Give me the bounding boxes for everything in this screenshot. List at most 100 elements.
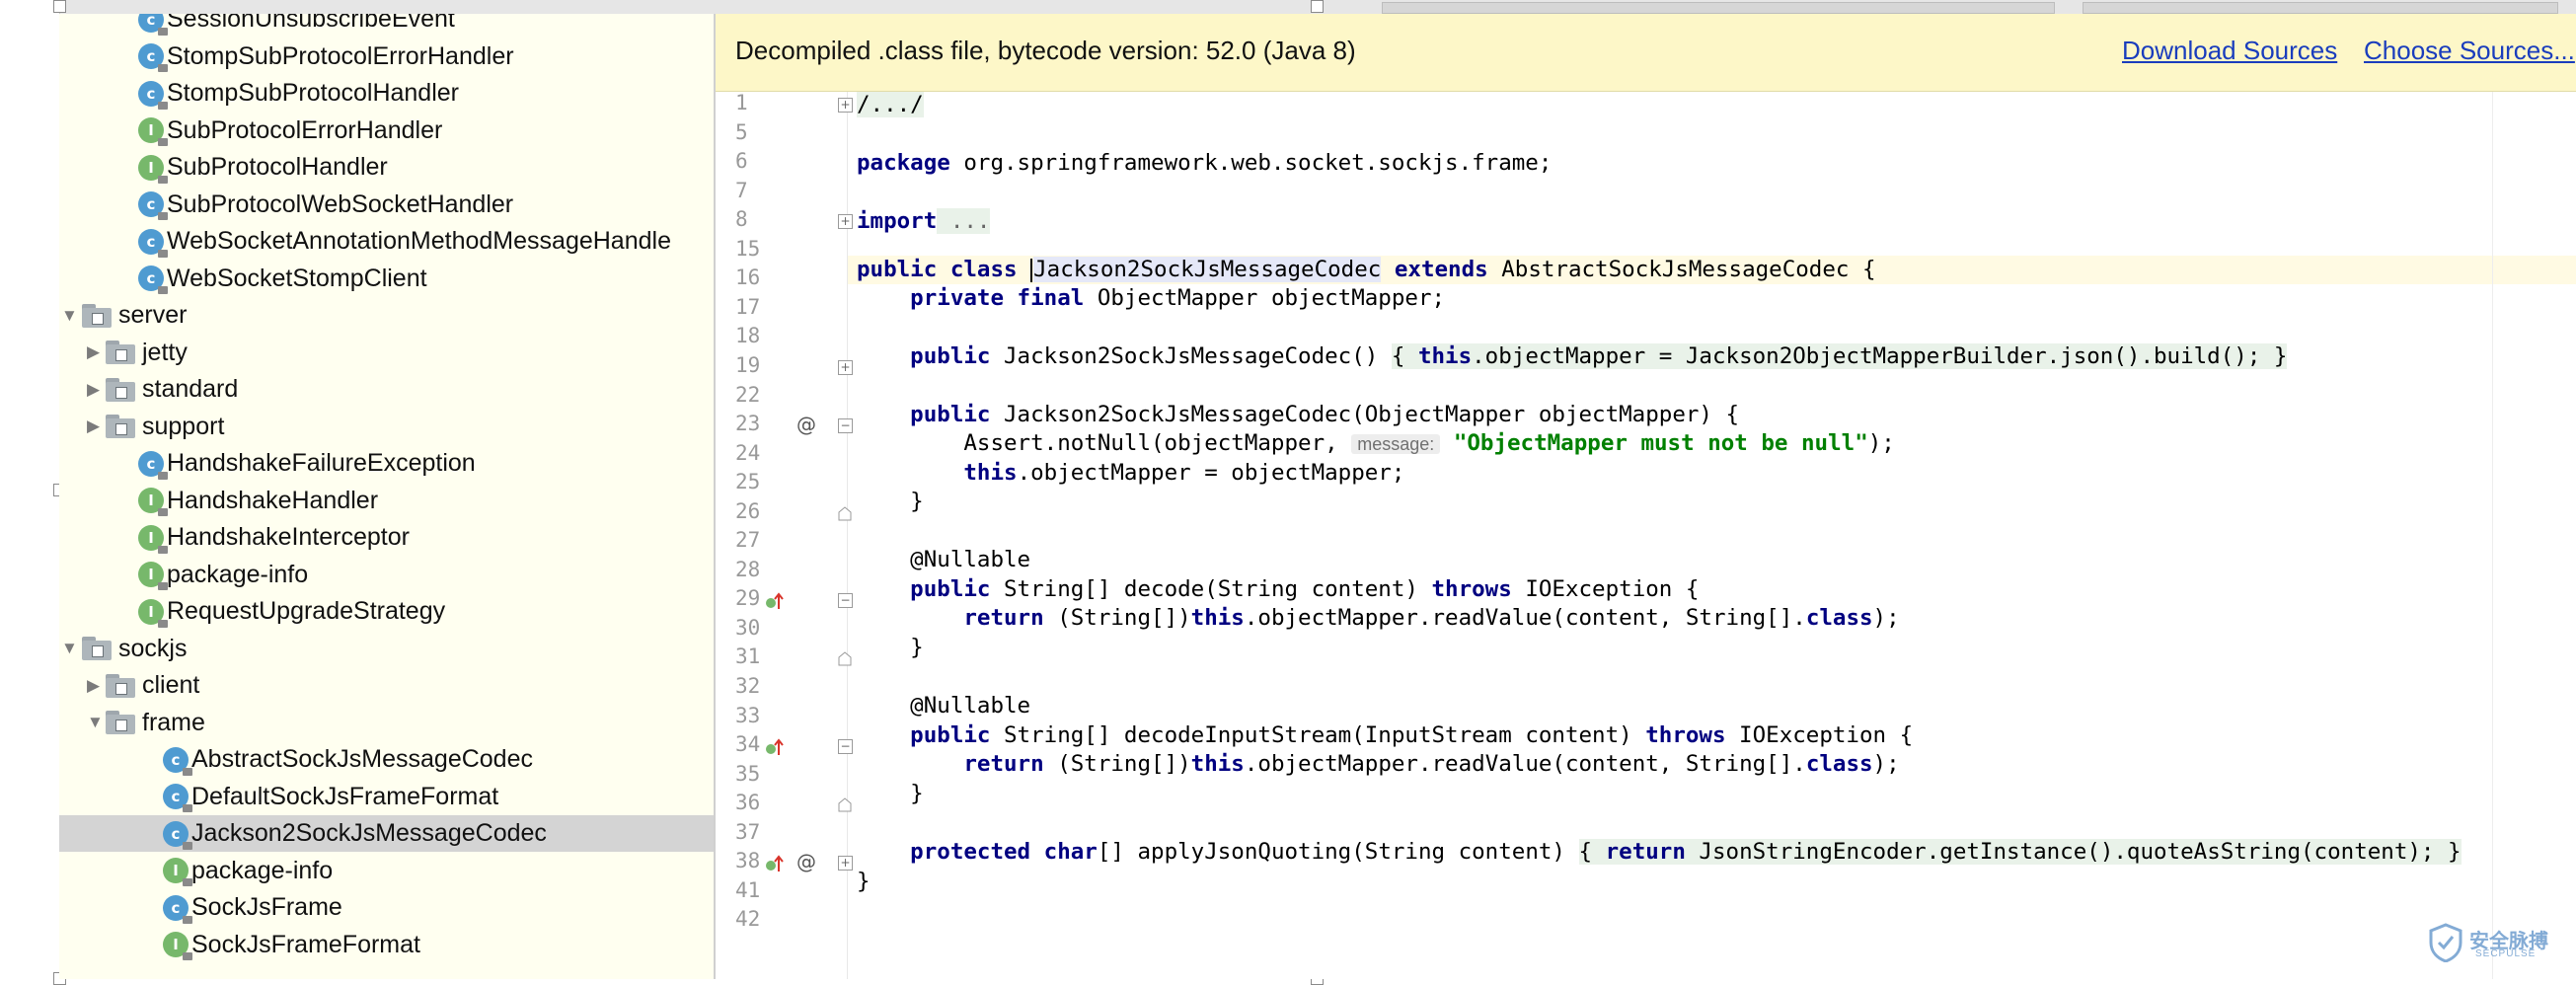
tree-item[interactable]: I SockJsFrameFormat: [59, 927, 714, 963]
resize-handle[interactable]: [53, 0, 66, 13]
tree-item[interactable]: c AbstractSockJsMessageCodec: [59, 741, 714, 778]
tree-item-label: RequestUpgradeStrategy: [167, 597, 446, 625]
code-line-1[interactable]: /.../: [857, 92, 924, 117]
code-line-34[interactable]: public String[] decodeInputStream(InputS…: [857, 722, 1913, 748]
cast: (String[]): [1043, 605, 1191, 631]
tree-item[interactable]: c Jackson2SockJsMessageCodec: [59, 815, 714, 852]
code-line-25[interactable]: this.objectMapper = objectMapper;: [857, 460, 1404, 486]
code-line-24[interactable]: Assert.notNull(objectMapper, message: "O…: [857, 430, 1894, 456]
tree-item[interactable]: c WebSocketStompClient: [59, 261, 714, 297]
tree-item[interactable]: c DefaultSockJsFrameFormat: [59, 779, 714, 815]
collapse-arrow-icon[interactable]: ▶: [87, 342, 100, 362]
tree-item[interactable]: ▶ jetty: [59, 335, 714, 371]
folded-imports[interactable]: ...: [937, 208, 991, 234]
code-line-36[interactable]: }: [857, 781, 924, 806]
code-line-23[interactable]: public Jackson2SockJsMessageCodec(Object…: [857, 402, 1739, 427]
tree-item[interactable]: c WebSocketAnnotationMethodMessageHandle: [59, 223, 714, 260]
collapse-fold-icon[interactable]: −: [838, 739, 853, 755]
tree-item[interactable]: c StompSubProtocolErrorHandler: [59, 38, 714, 75]
parameter-hint: message:: [1351, 434, 1441, 454]
tree-item-label: SubProtocolWebSocketHandler: [167, 189, 514, 218]
editor-tab-strip-right[interactable]: [2083, 2, 2558, 14]
expand-fold-icon[interactable]: +: [838, 856, 853, 871]
expand-arrow-icon[interactable]: ▼: [61, 639, 78, 658]
expand-fold-icon[interactable]: +: [838, 359, 853, 375]
code-line-29[interactable]: public String[] decode(String content) t…: [857, 576, 1699, 602]
tree-item[interactable]: ▼ frame: [59, 705, 714, 741]
collapse-fold-icon[interactable]: −: [838, 593, 853, 609]
tree-item[interactable]: ▶ support: [59, 409, 714, 445]
folded-body[interactable]: { this.objectMapper = Jackson2ObjectMapp…: [1391, 343, 2288, 369]
collapse-arrow-icon[interactable]: ▶: [87, 417, 100, 436]
tree-item[interactable]: Ipackage-info: [59, 853, 714, 889]
window-top-edge: [0, 0, 2576, 15]
expand-arrow-icon[interactable]: ▼: [87, 713, 104, 732]
expand-arrow-icon[interactable]: ▼: [61, 306, 78, 326]
code-line-16[interactable]: public class Jackson2SockJsMessageCodec …: [857, 257, 1876, 282]
code-line-38[interactable]: protected char[] applyJsonQuoting(String…: [857, 839, 2462, 865]
editor-tab-strip[interactable]: [1382, 2, 2055, 14]
annotation-gutter-icon[interactable]: @: [796, 413, 816, 436]
line-number: 8: [735, 207, 748, 232]
tree-item[interactable]: ▶ standard: [59, 371, 714, 408]
implements-method-icon[interactable]: [765, 737, 784, 756]
interface-icon: I: [138, 598, 168, 628]
resize-handle[interactable]: [1311, 0, 1324, 13]
keyword: return: [1592, 839, 1686, 865]
implements-method-icon[interactable]: [765, 591, 784, 610]
line-number: 7: [735, 178, 748, 202]
code-line-17[interactable]: private final ObjectMapper objectMapper;: [857, 285, 1445, 311]
code-line-41[interactable]: }: [857, 869, 871, 894]
superclass: AbstractSockJsMessageCodec {: [1487, 257, 1876, 282]
code-editor[interactable]: 1 +5 6 7 8 +15 16 17 18 19 +22 23− @24 25 26 27 28 29−30 3…: [716, 91, 2576, 979]
folded-body[interactable]: { return JsonStringEncoder.getInstance()…: [1578, 839, 2462, 865]
annotation-gutter-icon[interactable]: @: [796, 850, 816, 873]
code-line-26[interactable]: }: [857, 489, 924, 514]
fold-end-icon[interactable]: [838, 797, 852, 812]
tree-item[interactable]: c SockJsFrame: [59, 889, 714, 926]
project-tree[interactable]: c SessionUnsubscribeEvent c StompSubProtoco…: [59, 14, 716, 979]
collapse-arrow-icon[interactable]: ▶: [87, 676, 100, 696]
tree-item[interactable]: c HandshakeFailureException: [59, 445, 714, 482]
editor-gutter[interactable]: 1 +5 6 7 8 +15 16 17 18 19 +22 23− @24 25 26 27 28 29−30 3…: [716, 91, 853, 979]
tree-item[interactable]: ▼ server: [59, 297, 714, 334]
expand-fold-icon[interactable]: +: [838, 98, 853, 113]
code-line-31[interactable]: }: [857, 635, 924, 660]
tree-item[interactable]: I RequestUpgradeStrategy: [59, 593, 714, 630]
expand-fold-icon[interactable]: +: [838, 214, 853, 230]
tree-item[interactable]: ▶ client: [59, 667, 714, 704]
tree-item[interactable]: I HandshakeInterceptor: [59, 519, 714, 556]
tree-item-label: DefaultSockJsFrameFormat: [191, 782, 499, 810]
collapse-arrow-icon[interactable]: ▶: [87, 380, 100, 400]
package-folder-icon: [106, 673, 137, 698]
code-line-8[interactable]: import ...: [857, 208, 991, 234]
tree-item[interactable]: I HandshakeHandler: [59, 483, 714, 519]
collapse-fold-icon[interactable]: −: [838, 418, 853, 434]
code-line-33[interactable]: @Nullable: [857, 693, 1030, 719]
code-line-30[interactable]: return (String[])this.objectMapper.readV…: [857, 605, 1899, 631]
tree-item[interactable]: I SubProtocolErrorHandler: [59, 113, 714, 149]
line-number: 31: [735, 644, 761, 669]
code-line-28[interactable]: @Nullable: [857, 547, 1030, 572]
tree-item-label: sockjs: [118, 634, 188, 662]
fold-end-icon[interactable]: [838, 651, 852, 666]
tree-item-label: jetty: [142, 338, 188, 366]
tree-item[interactable]: c SessionUnsubscribeEvent: [59, 14, 714, 38]
tree-item[interactable]: ▼ sockjs: [59, 631, 714, 667]
download-sources-link[interactable]: Download Sources: [2122, 36, 2337, 66]
code-line-6[interactable]: package org.springframework.web.socket.s…: [857, 150, 1552, 176]
tree-item-label: server: [118, 301, 188, 329]
code-line-19[interactable]: public Jackson2SockJsMessageCodec() { th…: [857, 343, 2288, 369]
tree-item[interactable]: I SubProtocolHandler: [59, 149, 714, 186]
keyword: public class: [857, 257, 1031, 282]
keyword: this: [1190, 751, 1245, 777]
tree-item[interactable]: Ipackage-info: [59, 557, 714, 593]
tree-item[interactable]: c StompSubProtocolHandler: [59, 75, 714, 112]
implements-method-icon[interactable]: [765, 854, 784, 872]
choose-sources-link[interactable]: Choose Sources...: [2364, 36, 2575, 66]
statement: Assert.notNull(objectMapper,: [857, 430, 1352, 456]
code-line-35[interactable]: return (String[])this.objectMapper.readV…: [857, 751, 1899, 777]
tree-item[interactable]: c SubProtocolWebSocketHandler: [59, 187, 714, 223]
fold-end-icon[interactable]: [838, 506, 852, 521]
folded-header-comment[interactable]: /.../: [857, 92, 924, 117]
